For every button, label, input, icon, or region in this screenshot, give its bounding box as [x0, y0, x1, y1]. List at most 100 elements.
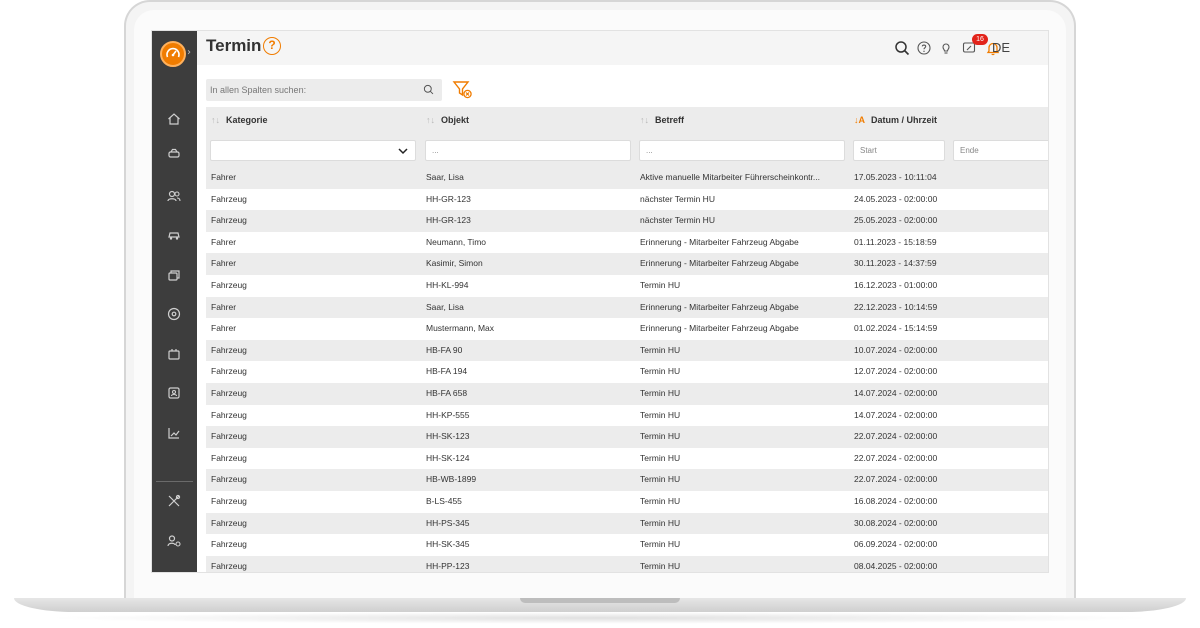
- objekt-filter-input[interactable]: ...: [425, 140, 631, 161]
- table-row[interactable]: Fahrzeug HB-FA 90 Termin HU 10.07.2024 - 02…: [206, 339, 1048, 362]
- cell-datum: 08.04.2025 - 02:00:00: [854, 560, 938, 571]
- cell-kategorie: Fahrer: [211, 172, 237, 182]
- cell-datum: 24.05.2023 - 02:00:00: [854, 193, 938, 204]
- table-row[interactable]: Fahrzeug HH-SK-124 Termin HU 22.07.2024 - 0…: [206, 448, 1048, 470]
- app-screen: › Termin ? 16 DE In allen Spalten suchen…: [151, 30, 1049, 573]
- table-row[interactable]: Fahrzeug HB-FA 194 Termin HU 12.07.2024 - 0…: [206, 361, 1048, 383]
- title-help-icon[interactable]: ?: [263, 37, 281, 55]
- tools-icon[interactable]: [166, 493, 182, 509]
- betreff-filter-input[interactable]: ...: [639, 140, 845, 161]
- sort-icon: ↑↓: [640, 115, 649, 125]
- table-row[interactable]: Fahrer Neumann, Timo Erinnerung - Mitarbei…: [206, 232, 1048, 254]
- cell-datum: 12.07.2024 - 02:00:00: [854, 366, 938, 377]
- chevron-down-icon: [398, 148, 408, 155]
- cell-datum: 06.09.2024 - 02:00:00: [854, 539, 938, 550]
- table-row[interactable]: Fahrzeug HH-KL-994 Termin HU 16.12.2023 - 0…: [206, 275, 1048, 297]
- engine-icon[interactable]: [166, 346, 182, 362]
- cell-objekt: HH-SK-123: [426, 431, 470, 442]
- kategorie-filter-select[interactable]: [210, 140, 416, 161]
- cell-betreff: Termin HU: [640, 409, 681, 420]
- cell-objekt: Saar, Lisa: [426, 172, 464, 182]
- coins-icon[interactable]: [166, 267, 182, 283]
- search-input[interactable]: [206, 79, 416, 101]
- table-row[interactable]: Fahrzeug HB-WB-1899 Termin HU 22.07.2024 - …: [206, 469, 1048, 491]
- cell-objekt: HB-FA 658: [426, 388, 468, 398]
- chart-icon[interactable]: [166, 425, 182, 441]
- table-row[interactable]: Fahrzeug HH-PP-123 Termin HU 08.04.2025 - 0…: [206, 555, 1048, 572]
- steering-icon[interactable]: [166, 306, 182, 322]
- cell-objekt: HB-FA 90: [426, 344, 463, 355]
- cell-kategorie: Fahrzeug: [211, 474, 247, 485]
- cell-objekt: HH-PS-345: [426, 517, 470, 528]
- column-header-datum[interactable]: ↓A Datum / Uhrzeit: [854, 107, 937, 133]
- column-header-betreff[interactable]: ↑↓ Betreff: [640, 107, 684, 133]
- search-icon[interactable]: [894, 40, 910, 56]
- cell-betreff: Termin HU: [640, 496, 681, 506]
- cell-datum: 10.07.2024 - 02:00:00: [854, 344, 938, 355]
- home-icon[interactable]: [166, 111, 182, 127]
- cell-kategorie: Fahrzeug: [211, 517, 247, 528]
- table-row[interactable]: Fahrer Saar, Lisa Erinnerung - Mitarbeiter…: [206, 296, 1048, 319]
- cell-betreff: Termin HU: [640, 517, 681, 528]
- notification-badge: 16: [972, 34, 988, 45]
- users-icon[interactable]: [166, 188, 182, 204]
- table-row[interactable]: Fahrzeug HH-GR-123 nächster Termin HU 25.05…: [206, 210, 1048, 232]
- cell-objekt: HH-KL-994: [426, 280, 469, 290]
- table-row[interactable]: Fahrzeug HB-FA 658 Termin HU 14.07.2024 - 0…: [206, 383, 1048, 405]
- sort-icon: ↑↓: [211, 115, 220, 125]
- car-icon[interactable]: [166, 227, 182, 243]
- sort-active-icon: ↓A: [854, 115, 865, 125]
- cell-betreff: Erinnerung - Mitarbeiter Fahrzeug Abgabe: [640, 323, 799, 334]
- table-row[interactable]: Fahrer Saar, Lisa Aktive manuelle Mitarbei…: [206, 167, 1048, 189]
- cell-kategorie: Fahrer: [211, 301, 237, 312]
- cell-betreff: Termin HU: [640, 560, 681, 571]
- column-header-objekt[interactable]: ↑↓ Objekt: [426, 107, 469, 133]
- cell-betreff: Termin HU: [640, 366, 681, 377]
- table-row[interactable]: Fahrzeug HH-SK-345 Termin HU 06.09.2024 - 0…: [206, 534, 1048, 556]
- table-row[interactable]: Fahrer Kasimir, Simon Erinnerung - Mitarbe…: [206, 253, 1048, 275]
- cell-betreff: Termin HU: [640, 474, 681, 485]
- cell-betreff: Erinnerung - Mitarbeiter Fahrzeug Abgabe: [640, 258, 799, 269]
- car-key-icon[interactable]: [166, 146, 182, 162]
- cell-betreff: Erinnerung - Mitarbeiter Fahrzeug Abgabe: [640, 301, 799, 312]
- cell-objekt: Mustermann, Max: [426, 323, 495, 334]
- cell-kategorie: Fahrer: [211, 258, 237, 269]
- cell-objekt: B-LS-455: [426, 496, 462, 506]
- cell-datum: 30.08.2024 - 02:00:00: [854, 517, 938, 528]
- app-logo[interactable]: [160, 41, 186, 67]
- cell-datum: 16.12.2023 - 01:00:00: [854, 280, 938, 290]
- cell-kategorie: Fahrzeug: [211, 496, 247, 506]
- gauge-icon: [166, 47, 180, 58]
- help-icon[interactable]: [916, 40, 932, 56]
- cell-datum: 22.07.2024 - 02:00:00: [854, 431, 938, 442]
- cell-kategorie: Fahrer: [211, 236, 237, 247]
- cell-kategorie: Fahrzeug: [211, 366, 247, 377]
- lightbulb-icon[interactable]: [938, 40, 954, 56]
- table-row[interactable]: Fahrzeug HH-GR-123 nächster Termin HU 24.05…: [206, 189, 1048, 211]
- table-row[interactable]: Fahrzeug HH-KP-555 Termin HU 14.07.2024 - 0…: [206, 405, 1048, 427]
- table-row[interactable]: Fahrzeug HH-PS-345 Termin HU 30.08.2024 - 0…: [206, 512, 1048, 535]
- sidebar-expand-icon[interactable]: ›: [187, 47, 191, 58]
- global-search: [206, 79, 442, 101]
- search-icon[interactable]: [423, 84, 434, 95]
- date-start-filter-input[interactable]: Start: [853, 140, 945, 161]
- contacts-icon[interactable]: [166, 385, 182, 401]
- filter-row: ... ... Start Ende: [206, 133, 1048, 167]
- table-row[interactable]: Fahrzeug B-LS-455 Termin HU 16.08.2024 - 02…: [206, 491, 1048, 513]
- cell-objekt: Saar, Lisa: [426, 301, 464, 312]
- cell-betreff: Termin HU: [640, 539, 681, 550]
- column-header-kategorie[interactable]: ↑↓ Kategorie: [211, 107, 268, 133]
- cell-betreff: Termin HU: [640, 388, 681, 398]
- language-switch[interactable]: DE: [992, 40, 1010, 55]
- cell-datum: 16.08.2024 - 02:00:00: [854, 496, 938, 506]
- cell-betreff: Termin HU: [640, 431, 681, 442]
- cell-kategorie: Fahrzeug: [211, 452, 247, 463]
- clear-filter-button[interactable]: [452, 79, 474, 101]
- table-row[interactable]: Fahrer Mustermann, Max Erinnerung - Mitarb…: [206, 318, 1048, 340]
- cell-kategorie: Fahrer: [211, 323, 237, 334]
- date-end-filter-input[interactable]: Ende: [953, 140, 1048, 161]
- user-settings-icon[interactable]: [166, 533, 182, 549]
- cell-kategorie: Fahrzeug: [211, 193, 247, 204]
- table-row[interactable]: Fahrzeug HH-SK-123 Termin HU 22.07.2024 - 0…: [206, 426, 1048, 448]
- cell-datum: 22.07.2024 - 02:00:00: [854, 474, 938, 485]
